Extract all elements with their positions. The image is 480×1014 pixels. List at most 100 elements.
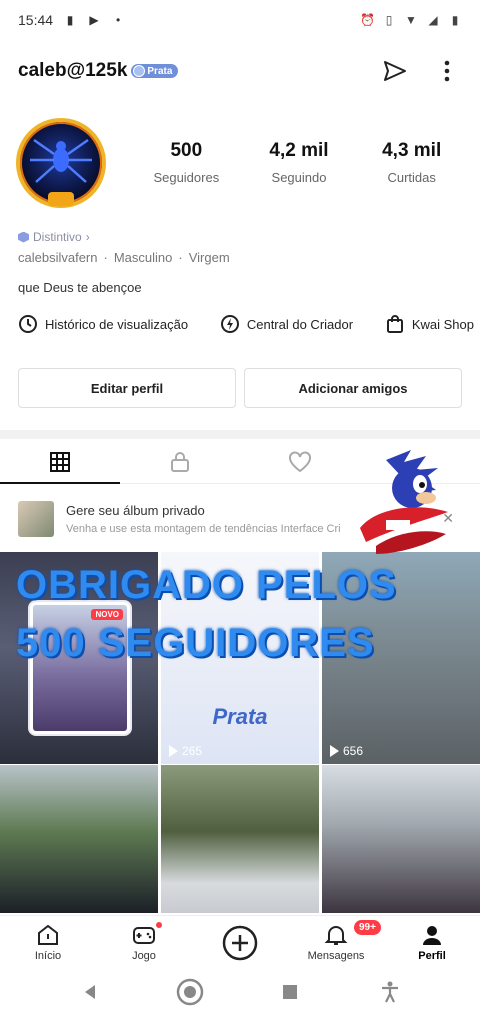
- game-notification-dot: [156, 922, 162, 928]
- stat-label: Curtidas: [387, 170, 436, 185]
- home-button[interactable]: [175, 977, 205, 1007]
- username: caleb@125k: [18, 60, 128, 81]
- back-triangle-icon: [85, 985, 95, 999]
- prata-watermark: Prata: [212, 704, 268, 729]
- nav-profile-label: Perfil: [418, 950, 446, 962]
- nav-game-label: Jogo: [132, 950, 156, 962]
- prata-badge[interactable]: Prata: [131, 64, 179, 78]
- video-thumbnail[interactable]: [161, 765, 319, 913]
- profile-meta: calebsilvafern · Masculino · Virgem: [18, 250, 230, 265]
- messages-badge: 99+: [354, 920, 381, 935]
- profile-actions: Editar perfil Adicionar amigos: [18, 368, 462, 408]
- prata-badge-label: Prata: [147, 65, 173, 77]
- creator-center-shortcut[interactable]: Central do Criador: [220, 314, 353, 334]
- notification-dot-icon: •: [115, 13, 121, 27]
- stat-value: 4,2 mil: [269, 140, 329, 161]
- profile-gender: Masculino: [113, 250, 173, 265]
- sim-icon: ▮: [66, 13, 74, 27]
- prata-badge-icon: [133, 65, 146, 77]
- section-divider: [0, 430, 480, 439]
- nav-create[interactable]: [192, 916, 288, 970]
- home-circle-icon: [176, 978, 204, 1006]
- vibrate-icon: ▯: [385, 13, 393, 27]
- add-circle-icon: [222, 925, 258, 961]
- view-count-value: 265: [182, 744, 203, 758]
- recents-button[interactable]: [275, 977, 305, 1007]
- nav-home[interactable]: Início: [0, 916, 96, 970]
- following-stat[interactable]: 4,2 mil Seguindo: [243, 140, 356, 185]
- album-thumbnail: [18, 501, 54, 537]
- lock-icon: [171, 451, 189, 472]
- profile-header: caleb@125k Prata: [18, 52, 462, 90]
- video-thumbnail[interactable]: 656: [322, 552, 480, 764]
- gamepad-icon: [133, 927, 155, 944]
- nav-messages-label: Mensagens: [307, 950, 365, 962]
- home-icon: [38, 924, 58, 945]
- heart-icon: [289, 450, 311, 472]
- share-icon: [384, 61, 406, 81]
- share-button[interactable]: [380, 56, 410, 86]
- bottom-nav: Início Jogo 99+ Mensagens Perfil: [0, 915, 480, 970]
- video-thumbnail[interactable]: [322, 765, 480, 913]
- view-count-value: 656: [343, 744, 364, 758]
- hedgehog-sprite-icon: [360, 450, 448, 554]
- creator-center-label: Central do Criador: [246, 316, 354, 332]
- youtube-icon: ▶: [89, 13, 99, 27]
- view-count: 265: [169, 744, 202, 758]
- chevron-right-icon: ›: [85, 230, 90, 244]
- tab-liked[interactable]: [240, 440, 360, 483]
- clock-icon: [19, 315, 37, 333]
- add-friends-button[interactable]: Adicionar amigos: [244, 368, 462, 408]
- nav-home-label: Início: [34, 950, 62, 962]
- grid-icon: [50, 451, 70, 472]
- video-thumbnail[interactable]: Prata 265: [161, 552, 319, 764]
- play-icon: [169, 745, 178, 757]
- followers-stat[interactable]: 500 Seguidores: [130, 140, 243, 185]
- promo-photo: [33, 605, 127, 731]
- stat-label: Seguindo: [271, 170, 327, 185]
- alarm-icon: ⏰: [360, 13, 375, 27]
- more-options-button[interactable]: [432, 56, 462, 86]
- kwai-shop-shortcut[interactable]: Kwai Shop: [385, 314, 474, 334]
- stat-value: 4,3 mil: [382, 140, 442, 161]
- album-title: Gere seu álbum privado: [66, 503, 205, 518]
- likes-stat[interactable]: 4,3 mil Curtidas: [355, 140, 468, 185]
- history-label: Histórico de visualização: [45, 316, 189, 332]
- battery-icon: ▮: [451, 13, 459, 27]
- new-tag: NOVO: [91, 609, 123, 620]
- promo-card: NOVO: [30, 602, 130, 734]
- profile-bio: que Deus te abençoe: [18, 280, 142, 295]
- more-vertical-icon: [444, 60, 450, 82]
- accessibility-icon: [382, 981, 398, 1003]
- video-thumbnail[interactable]: [0, 765, 158, 913]
- profile-handle: calebsilvafern: [18, 250, 98, 265]
- status-bar: 15:44 ▮ ▶ • ⏰ ▯ ▼ ◢ ▮: [0, 0, 480, 40]
- nav-messages[interactable]: 99+ Mensagens: [288, 916, 384, 970]
- history-shortcut[interactable]: Histórico de visualização: [18, 314, 188, 334]
- tab-private[interactable]: [120, 440, 240, 483]
- kwai-shop-label: Kwai Shop: [411, 316, 474, 332]
- nav-profile[interactable]: Perfil: [384, 916, 480, 970]
- lightning-icon: [220, 315, 239, 333]
- tab-videos-grid[interactable]: [0, 440, 120, 484]
- separator-dot: ·: [103, 250, 108, 265]
- distintivo-link[interactable]: Distintivo ›: [18, 230, 90, 244]
- profile-stats: 500 Seguidores 4,2 mil Seguindo 4,3 mil …: [130, 140, 468, 185]
- separator-dot: ·: [178, 250, 183, 265]
- play-icon: [330, 745, 339, 757]
- shopping-bag-icon: [386, 315, 403, 333]
- view-count: 656: [330, 744, 363, 758]
- edit-profile-button[interactable]: Editar perfil: [18, 368, 236, 408]
- back-button[interactable]: [75, 977, 105, 1007]
- accessibility-button[interactable]: [375, 977, 405, 1007]
- hexagon-badge-icon: [18, 231, 29, 243]
- nav-game[interactable]: Jogo: [96, 916, 192, 970]
- album-subtitle: Venha e use esta montagem de tendências …: [66, 523, 341, 535]
- recents-square-icon: [283, 985, 297, 999]
- video-grid: NOVO Prata 265 656: [0, 552, 480, 913]
- distintivo-label: Distintivo: [33, 230, 82, 244]
- wifi-icon: ▼: [405, 13, 417, 27]
- stat-value: 500: [170, 140, 203, 161]
- profile-sign: Virgem: [188, 250, 230, 265]
- video-thumbnail[interactable]: NOVO: [0, 552, 158, 764]
